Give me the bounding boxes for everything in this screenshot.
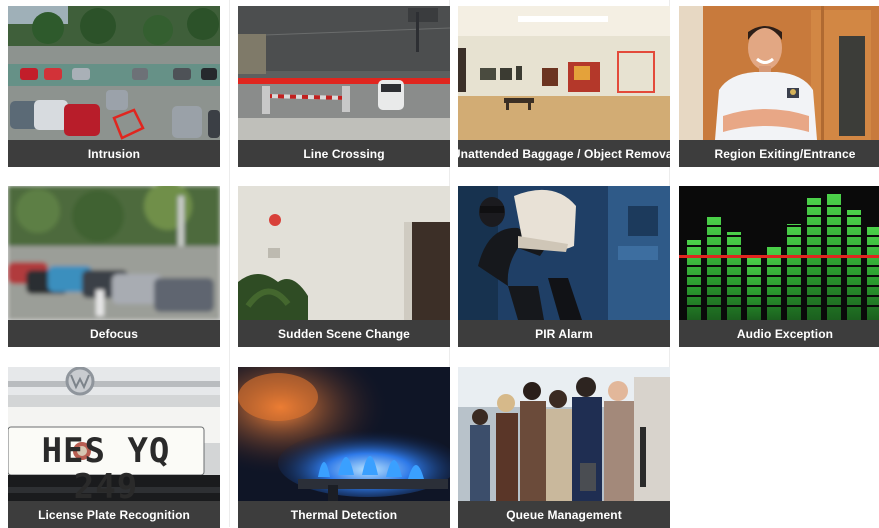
tile-pir-alarm[interactable]: PIR Alarm [458,186,670,347]
tile-sudden-scene-change[interactable]: Sudden Scene Change [238,186,450,347]
tile-defocus[interactable]: Defocus [8,186,220,347]
tile-label: Defocus [8,320,220,347]
wall-scene-photo [238,186,450,320]
tile-queue-management[interactable]: Queue Management [458,367,670,528]
tile-line-crossing[interactable]: Line Crossing [238,6,450,167]
tile-intrusion[interactable]: Intrusion [8,6,220,167]
blurred-cars-photo [8,186,220,320]
tile-label: Audio Exception [679,320,879,347]
audio-meter-photo [679,186,879,320]
gas-flame-photo [238,367,450,501]
tile-label: Sudden Scene Change [238,320,450,347]
burglar-photo [458,186,670,320]
tile-license-plate-recognition[interactable]: HES YQ 249 License Plate Recognition [8,367,220,528]
column-divider [229,0,230,527]
tile-label: PIR Alarm [458,320,670,347]
tile-label: Queue Management [458,501,670,528]
license-plate-photo: HES YQ 249 [8,367,220,501]
gallery-photo [458,6,670,140]
tile-label: Line Crossing [238,140,450,167]
feature-grid: Intrusion Line Crossing Unattended Bagga… [0,0,879,528]
tile-unattended-baggage[interactable]: Unattended Baggage / Object Removal [458,6,670,167]
tile-label: License Plate Recognition [8,501,220,528]
security-guard-photo [679,6,879,140]
tile-thermal-detection[interactable]: Thermal Detection [238,367,450,528]
tile-label: Unattended Baggage / Object Removal [458,140,670,167]
line-crossing-photo [238,6,450,140]
tile-audio-exception[interactable]: Audio Exception [679,186,879,347]
tile-region-exiting-entrance[interactable]: Region Exiting/Entrance [679,6,879,167]
tile-label: Region Exiting/Entrance [679,140,879,167]
tile-label: Intrusion [8,140,220,167]
plate-text: HES YQ 249 [41,431,171,501]
queue-people-photo [458,367,670,501]
intrusion-photo [8,6,220,140]
tile-label: Thermal Detection [238,501,450,528]
